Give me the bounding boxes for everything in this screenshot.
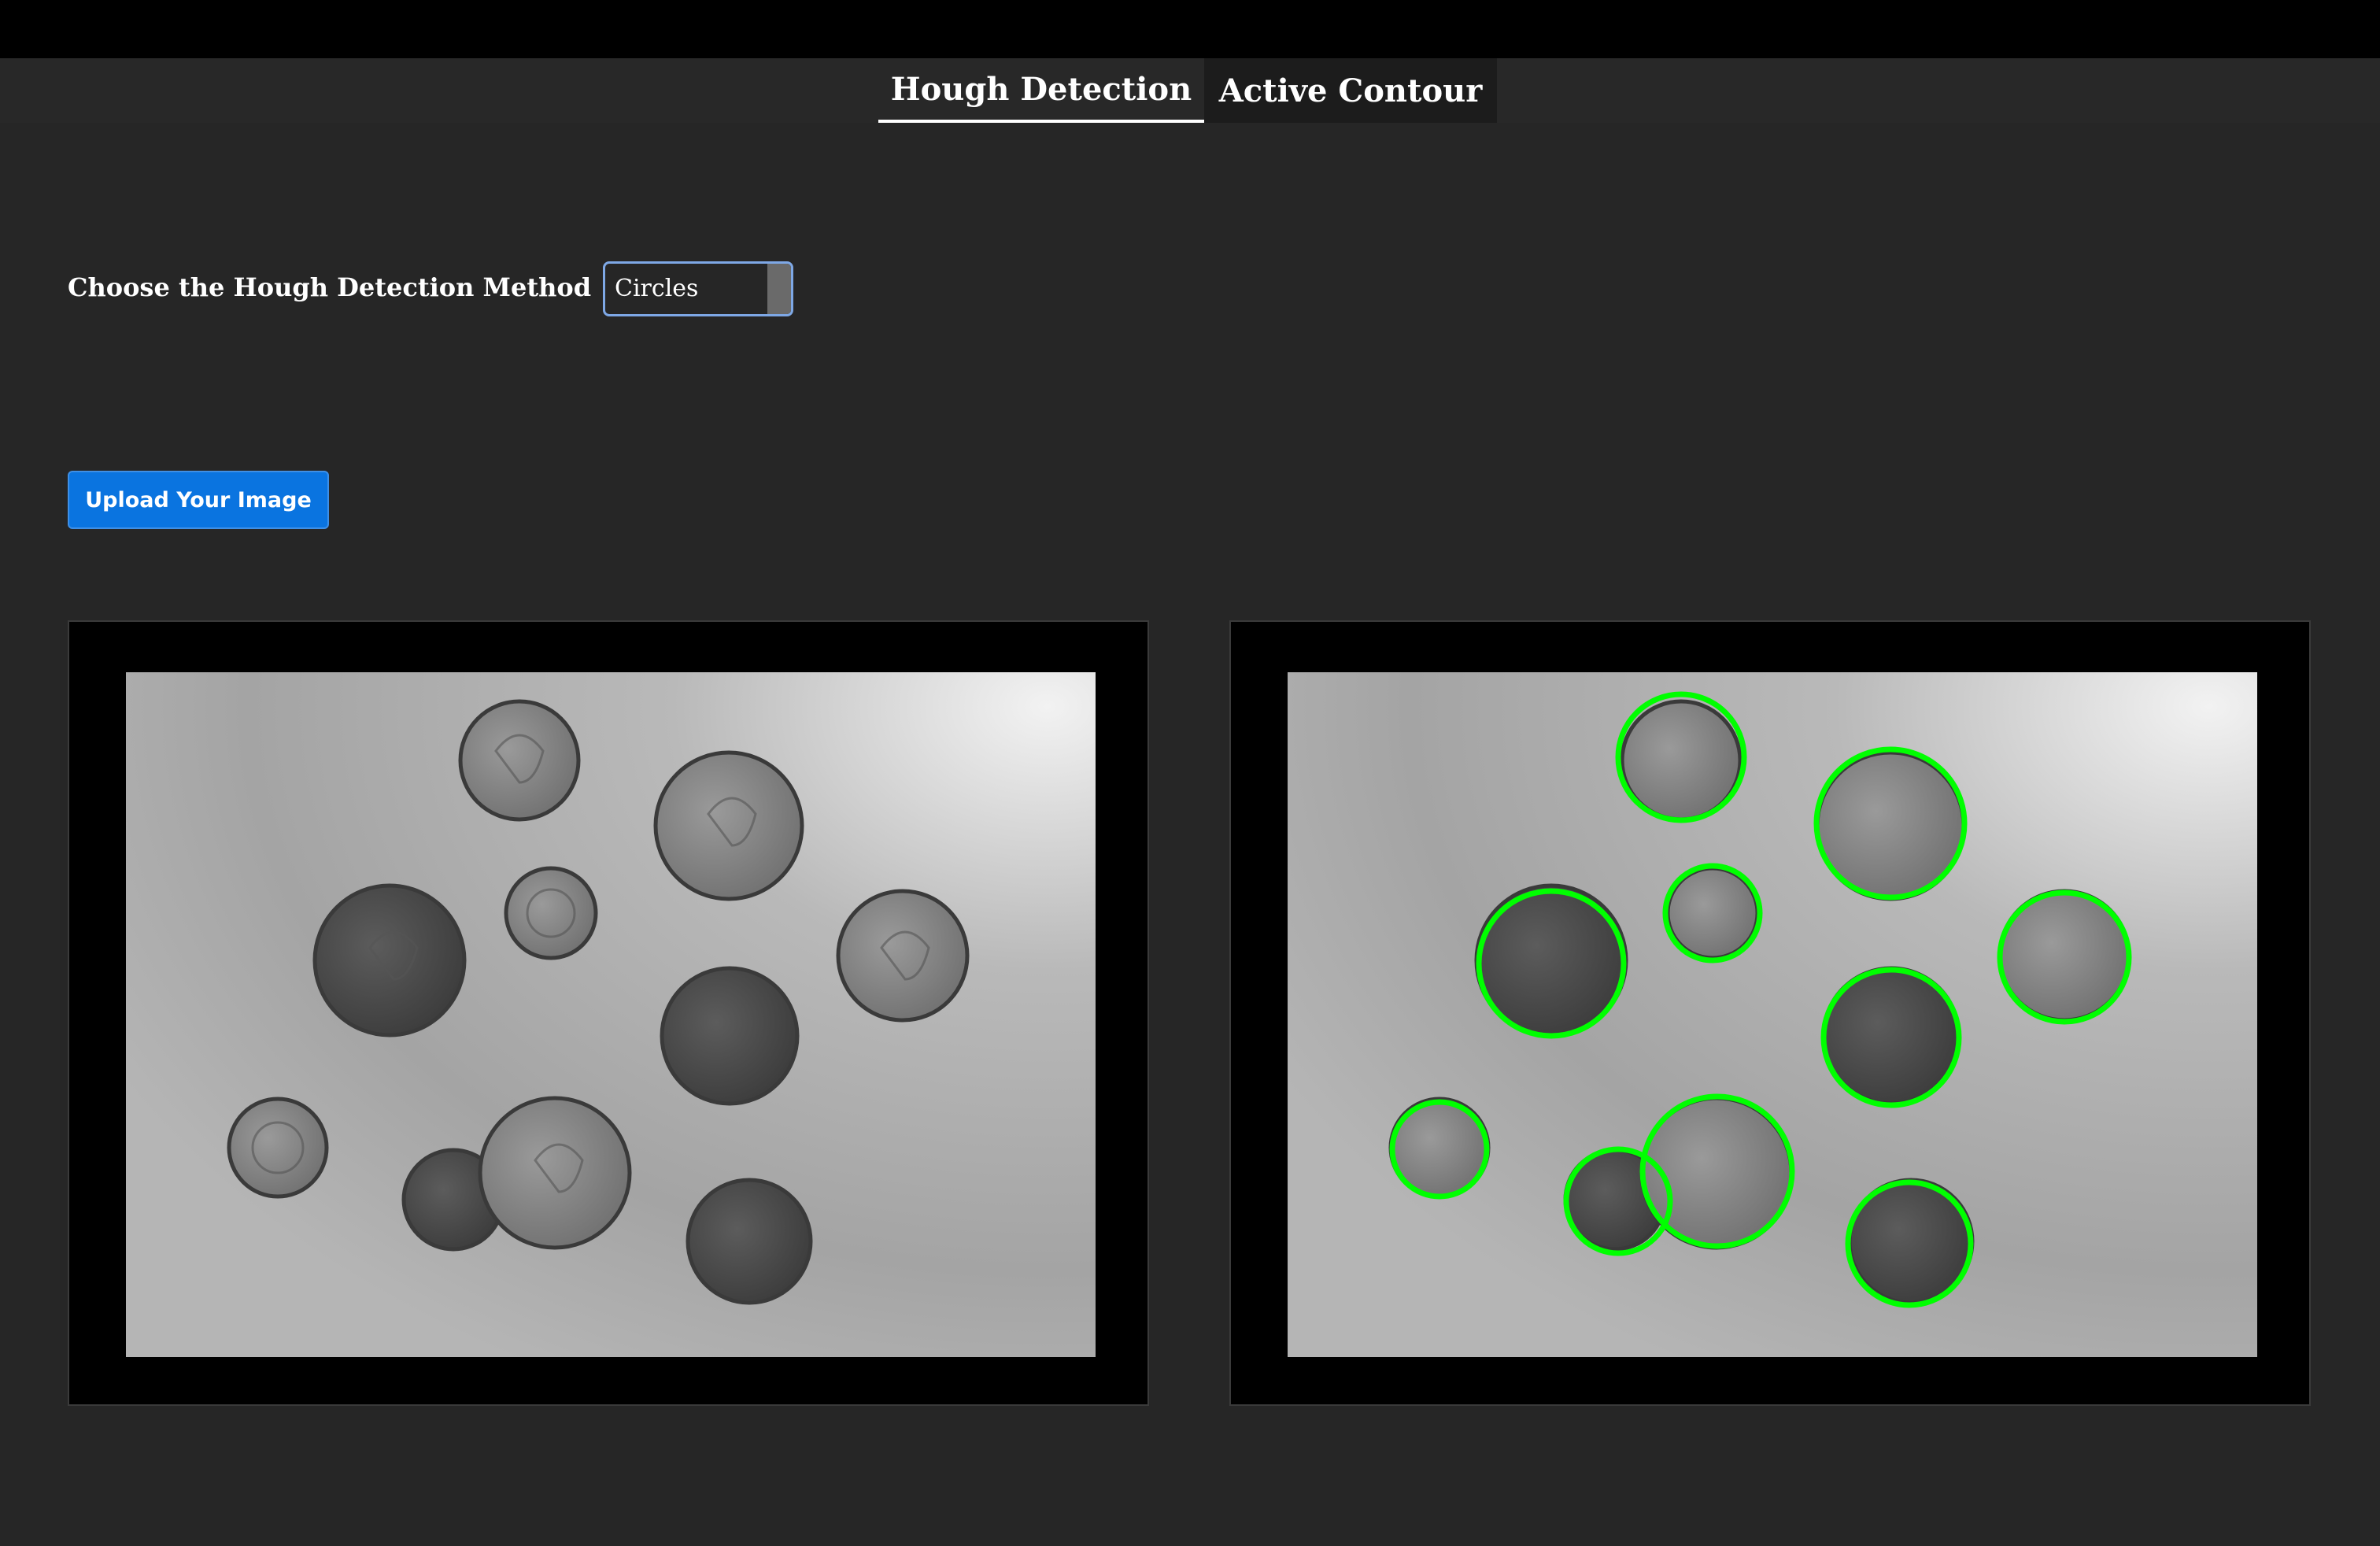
method-select[interactable]: Circles (603, 261, 793, 316)
input-coins-image (126, 672, 1096, 1357)
output-coins-image (1288, 672, 2257, 1357)
window-top-bar (0, 0, 2380, 58)
output-image-panel (1229, 620, 2311, 1406)
tab-active-contour[interactable]: Active Contour (1204, 58, 1497, 123)
input-image-panel (68, 620, 1149, 1406)
method-label: Choose the Hough Detection Method (68, 272, 592, 302)
select-scroll-handle[interactable] (767, 264, 791, 314)
method-select-value: Circles (615, 275, 699, 302)
upload-image-button[interactable]: Upload Your Image (68, 471, 329, 529)
tab-hough-detection[interactable]: Hough Detection (878, 58, 1204, 123)
